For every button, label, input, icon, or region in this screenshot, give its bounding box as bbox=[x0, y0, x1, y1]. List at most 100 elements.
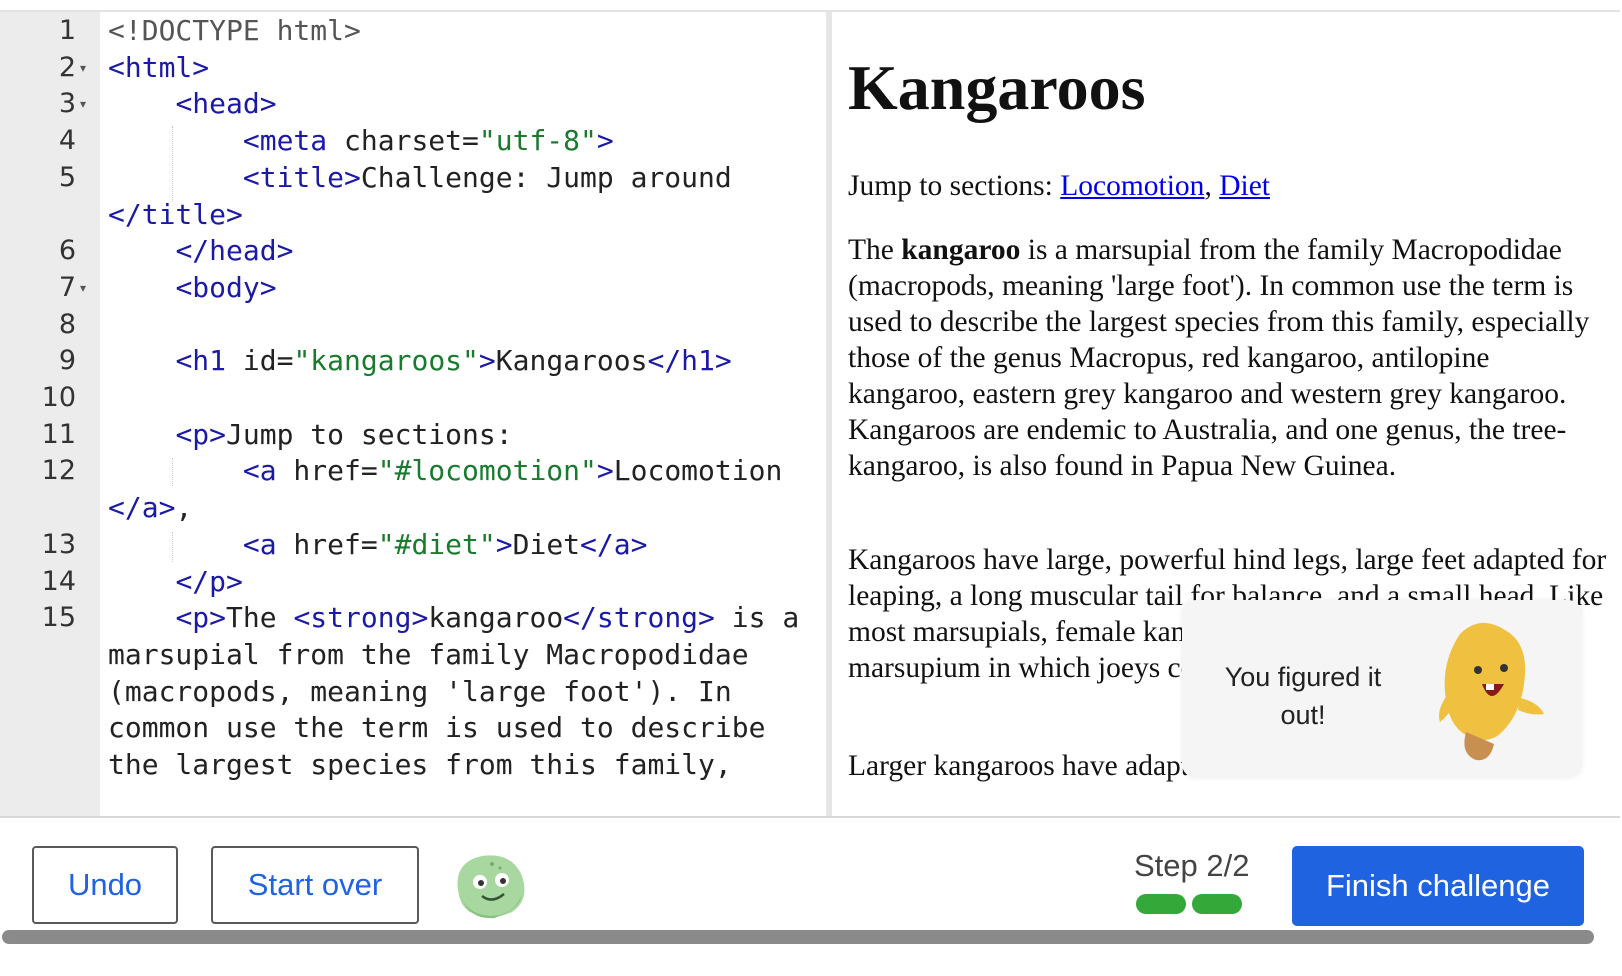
code-text: </head> bbox=[108, 232, 293, 270]
mascot-icon bbox=[1439, 622, 1544, 761]
code-line[interactable]: the largest species from this family, bbox=[0, 746, 826, 784]
code-token: <h1 bbox=[175, 344, 227, 378]
code-token: Challenge: Jump around bbox=[360, 160, 732, 194]
code-token: "kangaroos" bbox=[293, 344, 479, 378]
code-text: <meta charset="utf-8"> bbox=[108, 122, 614, 160]
code-text: <a href="#locomotion">Locomotion bbox=[108, 452, 782, 490]
start-over-button[interactable]: Start over bbox=[211, 846, 419, 924]
code-token: "#locomotion" bbox=[377, 454, 597, 488]
code-line[interactable]: 13 <a href="#diet">Diet</a> bbox=[0, 526, 826, 564]
line-number: 11 bbox=[41, 418, 76, 450]
code-line[interactable]: 3 ▾ <head> bbox=[0, 85, 826, 123]
code-token: id= bbox=[226, 344, 294, 378]
line-number: 10 bbox=[41, 382, 76, 413]
code-token: </title> bbox=[108, 197, 243, 231]
code-line[interactable]: 10 bbox=[0, 379, 826, 417]
step-label: Step 2/2 bbox=[1134, 848, 1250, 883]
code-token: > bbox=[596, 454, 614, 488]
code-line[interactable]: </a>, bbox=[0, 489, 826, 527]
code-token: Kangaroos bbox=[495, 344, 648, 378]
line-number: 5 bbox=[58, 161, 76, 193]
code-line[interactable]: 15 <p>The <strong>kangaroo</strong> is a bbox=[0, 599, 826, 637]
line-number: 14 bbox=[41, 565, 76, 597]
code-text: the largest species from this family, bbox=[108, 746, 732, 784]
link-separator: , bbox=[1204, 170, 1212, 202]
code-token: <p> bbox=[175, 601, 227, 635]
link-diet[interactable]: Diet bbox=[1219, 170, 1270, 202]
code-text: <a href="#diet">Diet</a> bbox=[108, 526, 648, 564]
code-token: is a bbox=[714, 601, 800, 635]
code-token: the largest species from this family, bbox=[108, 748, 732, 781]
code-line[interactable]: common use the term is used to describe bbox=[0, 709, 826, 747]
code-text: marsupial from the family Macropodidae bbox=[108, 636, 749, 674]
code-token: The bbox=[226, 601, 294, 635]
code-text: <title>Challenge: Jump around bbox=[108, 159, 732, 197]
code-token: common use the term is used to describe bbox=[108, 711, 766, 745]
code-text: <head> bbox=[108, 85, 277, 123]
code-line[interactable]: 11 <p>Jump to sections: bbox=[0, 416, 826, 454]
code-line[interactable]: 1 <!DOCTYPE html> bbox=[0, 12, 826, 50]
link-locomotion[interactable]: Locomotion bbox=[1060, 170, 1204, 202]
code-line[interactable]: 7 ▾ <body> bbox=[0, 269, 826, 307]
indent-guide bbox=[172, 458, 173, 486]
success-toast: You figured it out! bbox=[1182, 600, 1582, 778]
code-text: </title> bbox=[108, 196, 243, 234]
code-text: common use the term is used to describe bbox=[108, 709, 765, 747]
line-number: 9 bbox=[58, 345, 76, 377]
code-line[interactable]: 4 <meta charset="utf-8"> bbox=[0, 122, 826, 160]
code-text: (macropods, meaning 'large foot'). In bbox=[108, 673, 732, 711]
code-token: <head> bbox=[175, 87, 277, 121]
code-line[interactable]: marsupial from the family Macropodidae bbox=[0, 636, 826, 674]
code-line[interactable]: 5 <title>Challenge: Jump around bbox=[0, 159, 826, 197]
code-token: Jump to sections: bbox=[226, 417, 513, 451]
code-line[interactable]: 8 bbox=[0, 306, 826, 344]
code-token: , bbox=[175, 491, 193, 525]
code-text: <body> bbox=[108, 269, 276, 307]
code-token: href= bbox=[276, 527, 378, 561]
code-token: kangaroo bbox=[428, 601, 564, 635]
progress-segment bbox=[1192, 894, 1242, 914]
code-token: > bbox=[596, 124, 614, 158]
line-number: 7 bbox=[58, 271, 76, 303]
undo-button[interactable]: Undo bbox=[32, 846, 178, 924]
code-token: charset= bbox=[327, 124, 479, 158]
code-token: </a> bbox=[108, 491, 176, 525]
code-editor[interactable]: 1 <!DOCTYPE html> 2 ▾ <html> 3 ▾ <head> 4 <meta… bbox=[0, 12, 826, 816]
intro-strong: kangaroo bbox=[901, 234, 1021, 266]
code-token: <meta bbox=[242, 124, 328, 158]
fold-toggle-icon[interactable]: ▾ bbox=[80, 269, 86, 307]
line-number: 12 bbox=[41, 455, 76, 487]
code-token: </head> bbox=[175, 234, 294, 268]
code-line[interactable]: 6 </head> bbox=[0, 232, 826, 270]
finish-challenge-button[interactable]: Finish challenge bbox=[1292, 846, 1584, 926]
code-token: "#diet" bbox=[377, 527, 496, 561]
line-number: 3 bbox=[58, 88, 76, 120]
line-number: 6 bbox=[58, 235, 76, 267]
fold-toggle-icon[interactable]: ▾ bbox=[80, 49, 86, 87]
code-token: <html> bbox=[108, 50, 210, 84]
code-token: <a bbox=[242, 527, 277, 561]
code-text: <p>Jump to sections: bbox=[108, 416, 513, 454]
code-text: <!DOCTYPE html> bbox=[108, 12, 361, 50]
code-token: Locomotion bbox=[613, 454, 783, 488]
fold-toggle-icon[interactable]: ▾ bbox=[80, 85, 86, 123]
line-number: 8 bbox=[58, 308, 76, 340]
code-line[interactable]: 14 </p> bbox=[0, 563, 826, 601]
code-line[interactable]: 2 ▾ <html> bbox=[0, 49, 826, 87]
horizontal-scrollbar[interactable] bbox=[2, 930, 1594, 944]
code-token: <title> bbox=[242, 160, 361, 194]
jump-prefix: Jump to sections: bbox=[848, 170, 1061, 202]
code-line[interactable]: </title> bbox=[0, 196, 826, 234]
code-line[interactable]: 12 <a href="#locomotion">Locomotion bbox=[0, 452, 826, 490]
code-line[interactable]: (macropods, meaning 'large foot'). In bbox=[0, 673, 826, 711]
code-token: </a> bbox=[580, 527, 648, 561]
code-line[interactable]: 9 <h1 id="kangaroos">Kangaroos</h1> bbox=[0, 342, 826, 380]
